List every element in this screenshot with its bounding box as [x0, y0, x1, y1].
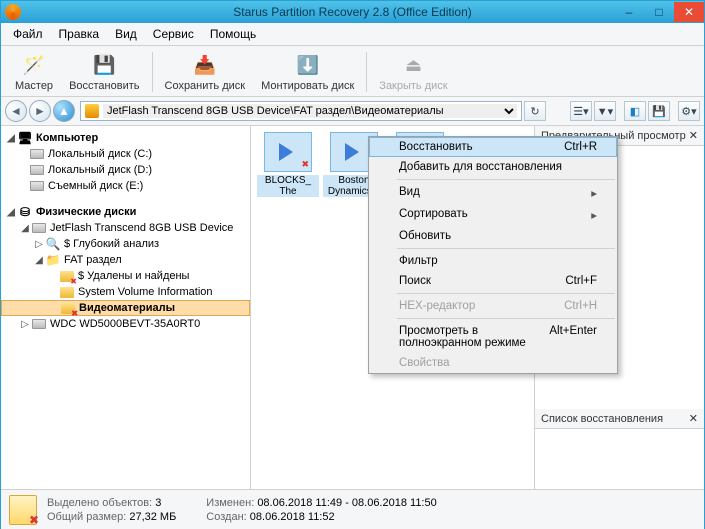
nav-back-button[interactable]: ◄ [5, 100, 27, 122]
close-disk-icon: ⏏ [400, 52, 426, 78]
wizard-button[interactable]: 🪄Мастер [7, 50, 61, 94]
file-item[interactable]: BLOCKS_ The instrument ... [257, 132, 319, 197]
expand-icon[interactable]: ◢ [19, 223, 31, 234]
maximize-button[interactable]: □ [644, 2, 674, 22]
context-menu: ВосстановитьCtrl+R Добавить для восстано… [368, 136, 618, 374]
save-disk-button[interactable]: 📥Сохранить диск [157, 50, 254, 94]
ctx-sort[interactable]: Сортировать [369, 204, 617, 226]
tree-fat[interactable]: FAT раздел [64, 254, 122, 266]
menu-service[interactable]: Сервис [147, 25, 200, 43]
tree-svi[interactable]: System Volume Information [78, 286, 213, 298]
menu-help[interactable]: Помощь [204, 25, 262, 43]
tree-computer[interactable]: Компьютер [36, 132, 98, 144]
status-selected-label: Выделено объектов: [47, 497, 152, 509]
ctx-add[interactable]: Добавить для восстановления [369, 157, 617, 177]
computer-icon: 🖥 [17, 131, 33, 145]
analysis-icon: 🔍 [45, 237, 61, 251]
status-size-value: 27,32 МБ [129, 511, 176, 523]
drive-icon [31, 221, 47, 235]
mount-disk-button[interactable]: ⬇️Монтировать диск [253, 50, 362, 94]
ctx-filter[interactable]: Фильтр [369, 251, 617, 271]
options-button[interactable]: ⚙▾ [678, 101, 700, 121]
video-file-icon [264, 132, 312, 172]
expand-icon[interactable]: ▷ [33, 239, 45, 250]
nav-forward-button[interactable]: ► [29, 100, 51, 122]
recovery-list-body [535, 429, 704, 489]
close-disk-button: ⏏Закрыть диск [371, 50, 455, 94]
menu-bar: Файл Правка Вид Сервис Помощь [1, 23, 704, 46]
wand-icon: 🪄 [21, 52, 47, 78]
status-bar: Выделено объектов: 3 Общий размер: 27,32… [1, 489, 704, 529]
path-input[interactable]: JetFlash Transcend 8GB USB Device\FAT ра… [103, 104, 517, 118]
tree-usb[interactable]: JetFlash Transcend 8GB USB Device [50, 222, 233, 234]
ctx-refresh[interactable]: Обновить [369, 226, 617, 246]
drive-icon [29, 147, 45, 161]
save-icon: 💾 [91, 52, 117, 78]
folder-icon [59, 285, 75, 299]
close-button[interactable]: ✕ [674, 2, 704, 22]
ctx-hex: HEX-редакторCtrl+H [369, 296, 617, 316]
minimize-button[interactable]: – [614, 2, 644, 22]
app-icon [5, 4, 21, 20]
close-panel-button[interactable]: ✕ [689, 129, 698, 142]
status-created-label: Создан: [206, 511, 246, 523]
tree-drive-c[interactable]: Локальный диск (C:) [48, 148, 152, 160]
status-created-value: 08.06.2018 11:52 [250, 511, 335, 523]
status-modified-label: Изменен: [206, 497, 254, 509]
filter-button[interactable]: ▼▾ [594, 101, 616, 121]
toolbar: 🪄Мастер 💾Восстановить 📥Сохранить диск ⬇️… [1, 46, 704, 97]
mount-icon: ⬇️ [295, 52, 321, 78]
title-bar: Starus Partition Recovery 2.8 (Office Ed… [1, 1, 704, 23]
tree-panel: ◢🖥Компьютер Локальный диск (C:) Локальны… [1, 126, 251, 489]
tree-drive-d[interactable]: Локальный диск (D:) [48, 164, 152, 176]
expand-icon[interactable]: ▷ [19, 319, 31, 330]
expand-icon[interactable]: ◢ [5, 207, 17, 218]
deleted-folder-icon [60, 301, 76, 315]
disk-save-icon: 📥 [192, 52, 218, 78]
selection-folder-icon [9, 495, 37, 525]
view-mode-button[interactable]: ☰▾ [570, 101, 592, 121]
refresh-button[interactable]: ↻ [524, 101, 546, 121]
tree-wdc[interactable]: WDC WD5000BEVT-35A0RT0 [50, 318, 200, 330]
status-selected-count: 3 [155, 497, 161, 509]
partition-icon: 📁 [45, 253, 61, 267]
ctx-view[interactable]: Вид [369, 182, 617, 204]
close-panel-button[interactable]: ✕ [689, 412, 698, 425]
status-modified-value: 08.06.2018 11:49 - 08.06.2018 11:50 [257, 497, 436, 509]
disks-icon: ⛁ [17, 205, 33, 219]
save-toggle-button[interactable]: 💾 [648, 101, 670, 121]
menu-edit[interactable]: Правка [53, 25, 106, 43]
address-bar: ◄ ► ▲ JetFlash Transcend 8GB USB Device\… [1, 97, 704, 126]
ctx-search[interactable]: ПоискCtrl+F [369, 271, 617, 291]
drive-icon [29, 163, 45, 177]
drive-icon [85, 104, 99, 118]
ctx-fullscreen[interactable]: Просмотреть в полноэкранном режимеAlt+En… [369, 321, 617, 353]
nav-up-button[interactable]: ▲ [53, 100, 75, 122]
tree-video[interactable]: Видеоматериалы [79, 302, 175, 314]
status-size-label: Общий размер: [47, 511, 126, 523]
preview-toggle-button[interactable]: ◧ [624, 101, 646, 121]
ctx-properties: Свойства [369, 353, 617, 373]
path-box[interactable]: JetFlash Transcend 8GB USB Device\FAT ра… [80, 101, 522, 121]
menu-view[interactable]: Вид [109, 25, 143, 43]
deleted-folder-icon [59, 269, 75, 283]
ctx-restore[interactable]: ВосстановитьCtrl+R [369, 137, 617, 157]
window-title: Starus Partition Recovery 2.8 (Office Ed… [233, 5, 472, 19]
expand-icon[interactable]: ◢ [33, 255, 45, 266]
tree-drive-e[interactable]: Съемный диск (E:) [48, 180, 143, 192]
tree-deleted[interactable]: $ Удалены и найдены [78, 270, 189, 282]
recovery-list-header: Список восстановления✕ [535, 409, 704, 429]
menu-file[interactable]: Файл [7, 25, 49, 43]
drive-icon [29, 179, 45, 193]
expand-icon[interactable]: ◢ [5, 133, 17, 144]
tree-deep[interactable]: $ Глубокий анализ [64, 238, 159, 250]
restore-button[interactable]: 💾Восстановить [61, 50, 147, 94]
tree-physical[interactable]: Физические диски [36, 206, 136, 218]
drive-icon [31, 317, 47, 331]
